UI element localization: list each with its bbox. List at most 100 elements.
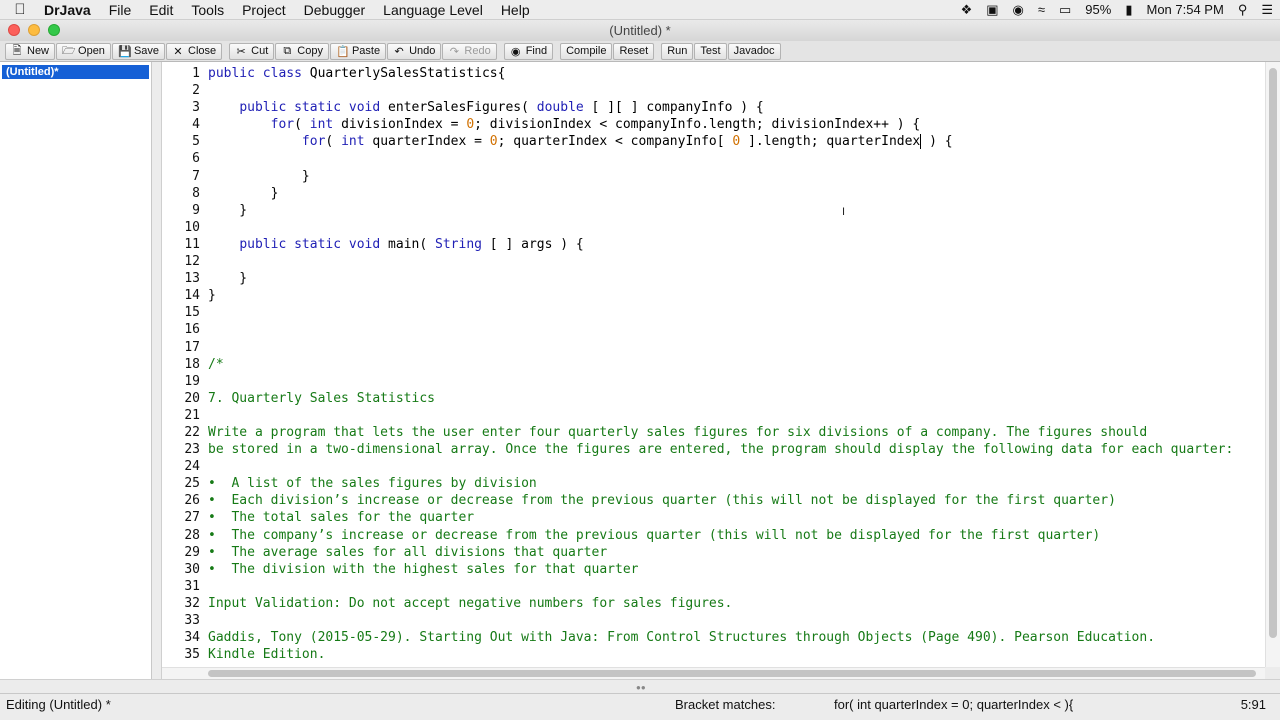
save-button[interactable]: 💾 Save xyxy=(111,42,166,60)
code-line[interactable]: • The average sales for all divisions th… xyxy=(208,544,1265,561)
display-icon[interactable]: ▭ xyxy=(1052,0,1078,20)
code-line[interactable] xyxy=(208,304,1265,321)
code-line[interactable]: • The total sales for the quarter xyxy=(208,509,1265,526)
code-line[interactable]: public static void main( String [ ] args… xyxy=(208,236,1265,253)
battery-icon[interactable]: ▮ xyxy=(1118,0,1139,20)
code-line[interactable] xyxy=(208,407,1265,424)
apple-menu-icon[interactable]:  xyxy=(0,1,40,18)
copy-button[interactable]: ⧉ Copy xyxy=(275,42,329,60)
menu-project[interactable]: Project xyxy=(233,0,295,20)
spotlight-search-icon[interactable]: ⚲ xyxy=(1231,0,1255,20)
notification-center-icon[interactable]: ☰ xyxy=(1254,0,1280,20)
horizontal-scrollbar[interactable] xyxy=(162,667,1265,679)
screen-record-icon[interactable]: ▣ xyxy=(979,0,1005,20)
code-line[interactable] xyxy=(208,253,1265,270)
vertical-scrollbar[interactable] xyxy=(1265,62,1280,667)
redo-button[interactable]: ↷ Redo xyxy=(442,42,497,60)
code-line[interactable] xyxy=(208,82,1265,99)
line-number: 16 xyxy=(184,322,200,338)
line-number: 17 xyxy=(184,339,200,355)
menu-tools[interactable]: Tools xyxy=(182,0,233,20)
clock[interactable]: Mon 7:54 PM xyxy=(1139,0,1230,20)
cursor-position: 5:91 xyxy=(1240,697,1266,712)
find-button[interactable]: ◉ Find xyxy=(503,42,554,60)
code-line[interactable]: for( int divisionIndex = 0; divisionInde… xyxy=(208,116,1265,133)
line-number: 19 xyxy=(184,373,200,389)
new-button[interactable]: 🗎 New xyxy=(5,42,56,60)
line-number: 33 xyxy=(184,613,200,628)
menu-file[interactable]: File xyxy=(100,0,141,20)
code-line[interactable]: Kindle Edition. xyxy=(208,646,1265,663)
open-button[interactable]: 🗁 Open xyxy=(56,42,111,60)
code-editor[interactable]: 1 2 3 4 5 6 7 8 9 10 11 12 13 14 15 16 17 18 19 20 21 22 23 24 2… xyxy=(162,62,1265,667)
code-line[interactable]: } xyxy=(208,185,1265,202)
code-line[interactable]: } xyxy=(208,287,1265,304)
undo-button[interactable]: ↶ Undo xyxy=(387,42,442,60)
reset-button[interactable]: Reset xyxy=(613,42,655,60)
close-window-button[interactable] xyxy=(8,24,20,36)
paste-button[interactable]: 📋 Paste xyxy=(329,42,387,60)
code-line[interactable]: • Each division’s increase or decrease f… xyxy=(208,492,1265,509)
test-button[interactable]: Test xyxy=(694,42,727,60)
code-line[interactable]: public static void enterSalesFigures( do… xyxy=(208,99,1265,116)
code-line[interactable]: • A list of the sales figures by divisio… xyxy=(208,475,1265,492)
pane-divider[interactable] xyxy=(152,62,162,679)
code-line[interactable]: } xyxy=(208,168,1265,185)
code-line[interactable]: /* xyxy=(208,356,1265,373)
cut-button[interactable]: ✂ Cut xyxy=(229,42,275,60)
interactions-pane-splitter[interactable]: ●● xyxy=(0,679,1280,693)
menu-help[interactable]: Help xyxy=(492,0,539,20)
code-line[interactable] xyxy=(208,612,1265,629)
ibeam-cursor-icon: I xyxy=(842,206,846,218)
code-line[interactable]: } xyxy=(208,202,1265,219)
code-line[interactable]: for( int quarterIndex = 0; quarterIndex … xyxy=(208,133,1265,150)
code-line[interactable] xyxy=(208,458,1265,475)
code-line[interactable] xyxy=(208,373,1265,390)
compile-label: Compile xyxy=(566,45,607,57)
code-line[interactable] xyxy=(208,578,1265,595)
code-line[interactable] xyxy=(208,339,1265,356)
code-line[interactable]: public class QuarterlySalesStatistics{ xyxy=(208,65,1265,82)
vertical-scroll-thumb[interactable] xyxy=(1269,68,1277,638)
battery-percent[interactable]: 95% xyxy=(1078,0,1118,20)
line-number: 34 xyxy=(184,630,200,646)
menu-debugger[interactable]: Debugger xyxy=(295,0,375,20)
javadoc-button[interactable]: Javadoc xyxy=(727,42,781,60)
code-line[interactable] xyxy=(208,150,1265,167)
document-item-untitled[interactable]: (Untitled)* xyxy=(2,65,149,79)
splitter-grip-icon[interactable]: ●● xyxy=(636,683,646,692)
minimize-window-button[interactable] xyxy=(28,24,40,36)
zoom-window-button[interactable] xyxy=(48,24,60,36)
app-menu[interactable]: DrJava xyxy=(40,0,100,20)
close-file-icon: ✕ xyxy=(173,45,183,58)
close-button[interactable]: ✕ Close xyxy=(166,42,223,60)
javadoc-label: Javadoc xyxy=(733,45,775,57)
open-label: Open xyxy=(78,45,105,57)
code-line[interactable]: Input Validation: Do not accept negative… xyxy=(208,595,1265,612)
line-number: 7 xyxy=(192,168,200,184)
wifi-icon[interactable]: ≈ xyxy=(1031,0,1052,20)
code-line[interactable]: • The company’s increase or decrease fro… xyxy=(208,527,1265,544)
new-file-icon: 🗎 xyxy=(12,44,22,57)
menu-language-level[interactable]: Language Level xyxy=(374,0,492,20)
code-line[interactable]: • The division with the highest sales fo… xyxy=(208,561,1265,578)
code-line[interactable]: 7. Quarterly Sales Statistics xyxy=(208,390,1265,407)
code-area[interactable]: public class QuarterlySalesStatistics{ p… xyxy=(208,65,1265,663)
code-line[interactable]: be stored in a two-dimensional array. On… xyxy=(208,441,1265,458)
copy-icon: ⧉ xyxy=(283,44,292,57)
compile-button[interactable]: Compile xyxy=(560,42,613,60)
code-line[interactable] xyxy=(208,219,1265,236)
undo-icon: ↶ xyxy=(394,45,404,58)
status-bar: Editing (Untitled) * Bracket matches: fo… xyxy=(0,693,1280,715)
code-line[interactable]: Write a program that lets the user enter… xyxy=(208,424,1265,441)
eye-icon[interactable]: ◉ xyxy=(1006,0,1031,20)
code-line[interactable]: } xyxy=(208,270,1265,287)
dropbox-icon[interactable]: ❖ xyxy=(954,0,980,20)
horizontal-scroll-thumb[interactable] xyxy=(208,670,1256,677)
menu-edit[interactable]: Edit xyxy=(140,0,182,20)
line-number: 29 xyxy=(184,544,200,560)
code-line[interactable]: Gaddis, Tony (2015-05-29). Starting Out … xyxy=(208,629,1265,646)
run-button[interactable]: Run xyxy=(661,42,694,60)
code-line[interactable] xyxy=(208,321,1265,338)
bracket-match-text: for( int quarterIndex = 0; quarterIndex … xyxy=(834,697,1074,712)
